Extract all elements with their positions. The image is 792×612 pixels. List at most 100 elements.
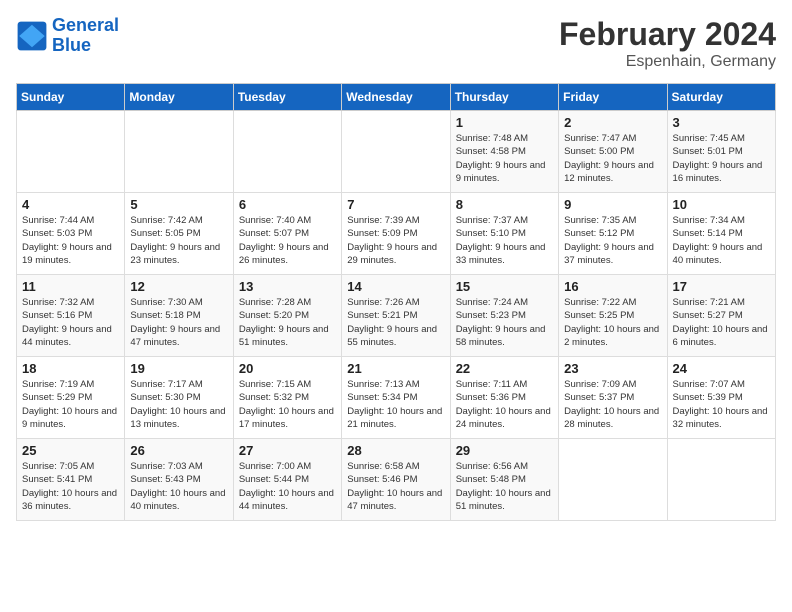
calendar-cell	[17, 111, 125, 193]
header-sunday: Sunday	[17, 84, 125, 111]
day-number: 23	[564, 361, 661, 376]
day-number: 26	[130, 443, 227, 458]
week-row-4: 25 Sunrise: 7:05 AM Sunset: 5:41 PM Dayli…	[17, 439, 776, 521]
day-info: Sunrise: 7:24 AM Sunset: 5:23 PM Dayligh…	[456, 296, 553, 349]
calendar-cell: 7 Sunrise: 7:39 AM Sunset: 5:09 PM Daylig…	[342, 193, 450, 275]
day-number: 27	[239, 443, 336, 458]
logo-line2: Blue	[52, 35, 91, 55]
title-area: February 2024 Espenhain, Germany	[559, 16, 776, 71]
logo-text: General Blue	[52, 16, 119, 56]
day-info: Sunrise: 7:47 AM Sunset: 5:00 PM Dayligh…	[564, 132, 661, 185]
header-friday: Friday	[559, 84, 667, 111]
calendar-cell: 27 Sunrise: 7:00 AM Sunset: 5:44 PM Dayli…	[233, 439, 341, 521]
calendar-cell	[559, 439, 667, 521]
calendar-cell: 10 Sunrise: 7:34 AM Sunset: 5:14 PM Dayli…	[667, 193, 775, 275]
day-number: 7	[347, 197, 444, 212]
day-number: 16	[564, 279, 661, 294]
header-saturday: Saturday	[667, 84, 775, 111]
calendar-cell: 13 Sunrise: 7:28 AM Sunset: 5:20 PM Dayli…	[233, 275, 341, 357]
day-info: Sunrise: 7:42 AM Sunset: 5:05 PM Dayligh…	[130, 214, 227, 267]
day-number: 12	[130, 279, 227, 294]
logo-icon	[16, 20, 48, 52]
header-thursday: Thursday	[450, 84, 558, 111]
header-monday: Monday	[125, 84, 233, 111]
calendar-cell: 21 Sunrise: 7:13 AM Sunset: 5:34 PM Dayli…	[342, 357, 450, 439]
day-number: 10	[673, 197, 770, 212]
day-number: 1	[456, 115, 553, 130]
day-number: 9	[564, 197, 661, 212]
day-number: 20	[239, 361, 336, 376]
day-number: 14	[347, 279, 444, 294]
calendar-cell: 4Sunrise: 7:44 AM Sunset: 5:03 PM Daylig…	[17, 193, 125, 275]
day-info: Sunrise: 7:15 AM Sunset: 5:32 PM Dayligh…	[239, 378, 336, 431]
header-wednesday: Wednesday	[342, 84, 450, 111]
calendar-cell: 15 Sunrise: 7:24 AM Sunset: 5:23 PM Dayli…	[450, 275, 558, 357]
day-number: 24	[673, 361, 770, 376]
day-info: Sunrise: 7:26 AM Sunset: 5:21 PM Dayligh…	[347, 296, 444, 349]
calendar-cell: 12 Sunrise: 7:30 AM Sunset: 5:18 PM Dayli…	[125, 275, 233, 357]
calendar-cell	[233, 111, 341, 193]
month-title: February 2024	[559, 16, 776, 53]
location-title: Espenhain, Germany	[559, 53, 776, 71]
calendar-cell: 16Sunrise: 7:22 AM Sunset: 5:25 PM Dayli…	[559, 275, 667, 357]
day-info: Sunrise: 7:00 AM Sunset: 5:44 PM Dayligh…	[239, 460, 336, 513]
day-info: Sunrise: 7:28 AM Sunset: 5:20 PM Dayligh…	[239, 296, 336, 349]
calendar-cell: 8 Sunrise: 7:37 AM Sunset: 5:10 PM Daylig…	[450, 193, 558, 275]
day-info: Sunrise: 7:21 AM Sunset: 5:27 PM Dayligh…	[673, 296, 770, 349]
header-tuesday: Tuesday	[233, 84, 341, 111]
day-info: Sunrise: 7:34 AM Sunset: 5:14 PM Dayligh…	[673, 214, 770, 267]
day-info: Sunrise: 7:39 AM Sunset: 5:09 PM Dayligh…	[347, 214, 444, 267]
day-info: Sunrise: 7:05 AM Sunset: 5:41 PM Dayligh…	[22, 460, 119, 513]
day-info: Sunrise: 7:19 AM Sunset: 5:29 PM Dayligh…	[22, 378, 119, 431]
day-number: 28	[347, 443, 444, 458]
calendar-cell: 9 Sunrise: 7:35 AM Sunset: 5:12 PM Daylig…	[559, 193, 667, 275]
day-info: Sunrise: 7:37 AM Sunset: 5:10 PM Dayligh…	[456, 214, 553, 267]
day-number: 25	[22, 443, 119, 458]
calendar-cell: 19 Sunrise: 7:17 AM Sunset: 5:30 PM Dayli…	[125, 357, 233, 439]
calendar-header-row: SundayMondayTuesdayWednesdayThursdayFrid…	[17, 84, 776, 111]
day-info: Sunrise: 7:30 AM Sunset: 5:18 PM Dayligh…	[130, 296, 227, 349]
week-row-1: 4Sunrise: 7:44 AM Sunset: 5:03 PM Daylig…	[17, 193, 776, 275]
day-info: Sunrise: 6:56 AM Sunset: 5:48 PM Dayligh…	[456, 460, 553, 513]
day-info: Sunrise: 6:58 AM Sunset: 5:46 PM Dayligh…	[347, 460, 444, 513]
day-info: Sunrise: 7:35 AM Sunset: 5:12 PM Dayligh…	[564, 214, 661, 267]
day-info: Sunrise: 7:07 AM Sunset: 5:39 PM Dayligh…	[673, 378, 770, 431]
calendar-cell: 18 Sunrise: 7:19 AM Sunset: 5:29 PM Dayli…	[17, 357, 125, 439]
day-number: 5	[130, 197, 227, 212]
calendar-cell: 26Sunrise: 7:03 AM Sunset: 5:43 PM Dayli…	[125, 439, 233, 521]
day-info: Sunrise: 7:32 AM Sunset: 5:16 PM Dayligh…	[22, 296, 119, 349]
calendar-cell: 23 Sunrise: 7:09 AM Sunset: 5:37 PM Dayli…	[559, 357, 667, 439]
day-info: Sunrise: 7:09 AM Sunset: 5:37 PM Dayligh…	[564, 378, 661, 431]
day-number: 19	[130, 361, 227, 376]
calendar-cell: 2 Sunrise: 7:47 AM Sunset: 5:00 PM Daylig…	[559, 111, 667, 193]
calendar-cell: 29Sunrise: 6:56 AM Sunset: 5:48 PM Dayli…	[450, 439, 558, 521]
calendar-cell: 1 Sunrise: 7:48 AM Sunset: 4:58 PM Daylig…	[450, 111, 558, 193]
header: General Blue February 2024 Espenhain, Ge…	[16, 16, 776, 71]
day-number: 15	[456, 279, 553, 294]
calendar-cell	[342, 111, 450, 193]
day-info: Sunrise: 7:48 AM Sunset: 4:58 PM Dayligh…	[456, 132, 553, 185]
day-number: 8	[456, 197, 553, 212]
day-info: Sunrise: 7:40 AM Sunset: 5:07 PM Dayligh…	[239, 214, 336, 267]
calendar-cell: 20 Sunrise: 7:15 AM Sunset: 5:32 PM Dayli…	[233, 357, 341, 439]
logo-line1: General	[52, 15, 119, 35]
day-number: 21	[347, 361, 444, 376]
day-number: 17	[673, 279, 770, 294]
day-number: 2	[564, 115, 661, 130]
week-row-0: 1 Sunrise: 7:48 AM Sunset: 4:58 PM Daylig…	[17, 111, 776, 193]
day-number: 13	[239, 279, 336, 294]
week-row-3: 18 Sunrise: 7:19 AM Sunset: 5:29 PM Dayli…	[17, 357, 776, 439]
calendar-cell: 28 Sunrise: 6:58 AM Sunset: 5:46 PM Dayli…	[342, 439, 450, 521]
day-number: 3	[673, 115, 770, 130]
day-info: Sunrise: 7:13 AM Sunset: 5:34 PM Dayligh…	[347, 378, 444, 431]
calendar-cell: 25 Sunrise: 7:05 AM Sunset: 5:41 PM Dayli…	[17, 439, 125, 521]
calendar-cell: 11 Sunrise: 7:32 AM Sunset: 5:16 PM Dayli…	[17, 275, 125, 357]
day-number: 11	[22, 279, 119, 294]
day-number: 18	[22, 361, 119, 376]
calendar-cell	[125, 111, 233, 193]
calendar-cell: 3Sunrise: 7:45 AM Sunset: 5:01 PM Daylig…	[667, 111, 775, 193]
calendar-cell: 14 Sunrise: 7:26 AM Sunset: 5:21 PM Dayli…	[342, 275, 450, 357]
week-row-2: 11 Sunrise: 7:32 AM Sunset: 5:16 PM Dayli…	[17, 275, 776, 357]
day-info: Sunrise: 7:17 AM Sunset: 5:30 PM Dayligh…	[130, 378, 227, 431]
logo: General Blue	[16, 16, 119, 56]
